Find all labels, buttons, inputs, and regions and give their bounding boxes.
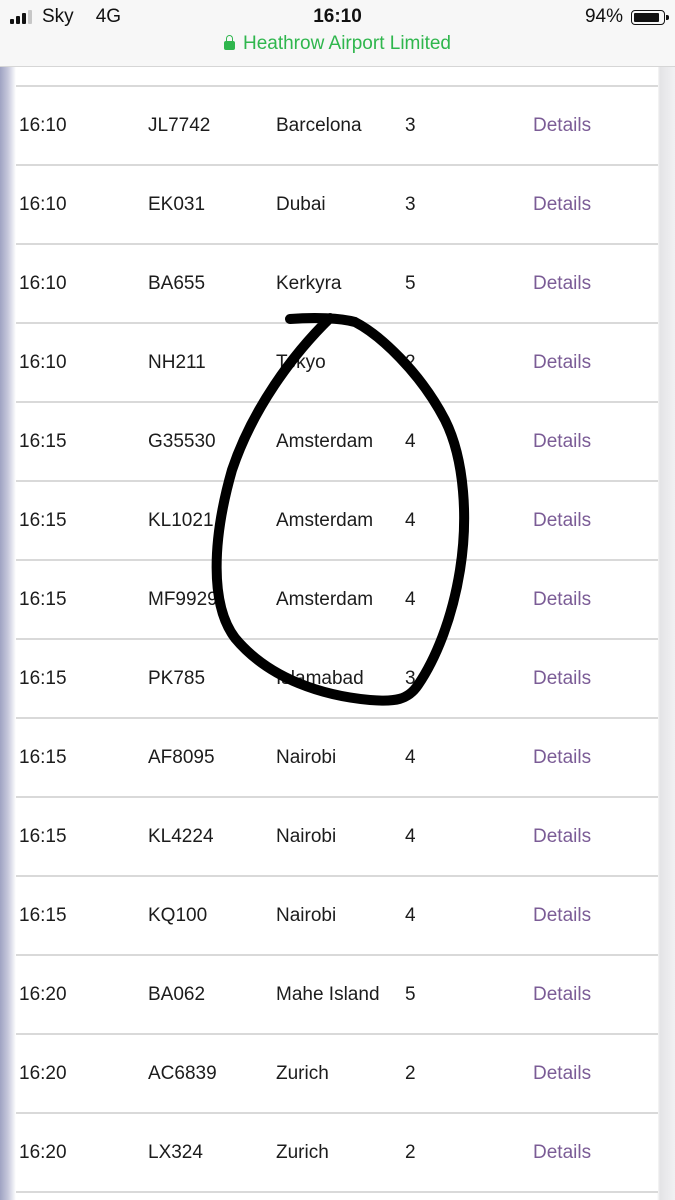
battery-level-fill — [634, 12, 660, 22]
flight-number: EK031 — [148, 194, 206, 215]
terminal: 4 — [405, 826, 416, 847]
departure-time: 16:10 — [19, 194, 67, 215]
details-link[interactable]: Details — [533, 561, 591, 638]
flight-row: 16:15 AF8095 Nairobi 4 Details — [16, 719, 658, 798]
flight-row: 16:15 G35530 Amsterdam 4 Details — [16, 403, 658, 482]
flight-row: 16:20 AC6839 Zurich 2 Details — [16, 1035, 658, 1114]
departure-time: 16:20 — [19, 1142, 67, 1163]
departure-time: 16:15 — [19, 826, 67, 847]
details-link[interactable]: Details — [533, 166, 591, 243]
flight-row: 16:20 BA062 Mahe Island 5 Details — [16, 956, 658, 1035]
departures-table: 16:10 JL7742 Barcelona 3 Details 16:10 EK031 Du… — [16, 66, 658, 1193]
departure-time: 16:10 — [19, 115, 67, 136]
terminal: 4 — [405, 431, 416, 452]
details-link[interactable]: Details — [533, 245, 591, 322]
departure-time: 16:15 — [19, 589, 67, 610]
flight-number: AC6839 — [148, 1063, 217, 1084]
clock: 16:10 — [313, 6, 362, 27]
departure-time: 16:15 — [19, 431, 67, 452]
flight-row: 16:15 KL1021 Amsterdam 4 Details — [16, 482, 658, 561]
destination: Amsterdam — [276, 431, 374, 452]
lock-icon — [223, 35, 235, 50]
page-content[interactable]: 16:10 JL7742 Barcelona 3 Details 16:10 EK031 Du… — [0, 66, 675, 1200]
partial-row — [16, 66, 658, 87]
flight-number: NH211 — [148, 352, 206, 373]
departure-time: 16:15 — [19, 510, 67, 531]
terminal: 4 — [405, 747, 416, 768]
flight-number: BA655 — [148, 273, 206, 294]
flight-row: 16:15 KL4224 Nairobi 4 Details — [16, 798, 658, 877]
destination: Amsterdam — [276, 510, 374, 531]
flight-row: 16:10 JL7742 Barcelona 3 Details — [16, 87, 658, 166]
departure-time: 16:10 — [19, 273, 67, 294]
flight-number: KQ100 — [148, 905, 208, 926]
flight-number: G35530 — [148, 431, 216, 452]
details-link[interactable]: Details — [533, 719, 591, 796]
battery-icon — [631, 9, 669, 25]
departure-time: 16:10 — [19, 352, 67, 373]
destination: Mahe Island — [276, 984, 380, 1005]
destination: Nairobi — [276, 826, 337, 847]
battery-percent: 94% — [584, 6, 623, 27]
flight-number: JL7742 — [148, 115, 211, 136]
details-link[interactable]: Details — [533, 877, 591, 954]
destination: Nairobi — [276, 905, 337, 926]
terminal: 2 — [405, 1063, 416, 1084]
departure-time: 16:15 — [19, 747, 67, 768]
flight-row: 16:15 KQ100 Nairobi 4 Details — [16, 877, 658, 956]
terminal: 5 — [405, 984, 416, 1005]
address-bar[interactable]: Heathrow Airport Limited — [0, 33, 675, 55]
flight-row: 16:10 NH211 Tokyo 2 Details — [16, 324, 658, 403]
site-label: Heathrow Airport Limited — [242, 33, 452, 54]
flight-row: 16:10 EK031 Dubai 3 Details — [16, 166, 658, 245]
flight-number: KL4224 — [148, 826, 214, 847]
destination: Nairobi — [276, 747, 337, 768]
destination: Islamabad — [276, 668, 364, 689]
status-bar: Sky 4G 16:10 94% Heathrow Airport Limite… — [0, 0, 675, 67]
flight-row: 16:20 LX324 Zurich 2 Details — [16, 1114, 658, 1193]
destination: Dubai — [276, 194, 326, 215]
destination: Zurich — [276, 1063, 329, 1084]
details-link[interactable]: Details — [533, 1035, 591, 1112]
flight-number: BA062 — [148, 984, 206, 1005]
terminal: 3 — [405, 194, 416, 215]
flight-row: 16:10 BA655 Kerkyra 5 Details — [16, 245, 658, 324]
terminal: 2 — [405, 352, 416, 373]
destination: Zurich — [276, 1142, 329, 1163]
flight-number: AF8095 — [148, 747, 215, 768]
departure-time: 16:20 — [19, 984, 67, 1005]
flight-number: KL1021 — [148, 510, 214, 531]
flight-number: PK785 — [148, 668, 206, 689]
terminal: 4 — [405, 510, 416, 531]
details-link[interactable]: Details — [533, 482, 591, 559]
terminal: 3 — [405, 668, 416, 689]
departures-rows: 16:10 JL7742 Barcelona 3 Details 16:10 EK031 Du… — [16, 87, 658, 1193]
flight-number: LX324 — [148, 1142, 203, 1163]
destination: Amsterdam — [276, 589, 374, 610]
flight-row: 16:15 MF9929 Amsterdam 4 Details — [16, 561, 658, 640]
details-link[interactable]: Details — [533, 1114, 591, 1191]
details-link[interactable]: Details — [533, 640, 591, 717]
details-link[interactable]: Details — [533, 87, 591, 164]
destination: Tokyo — [276, 352, 326, 373]
terminal: 4 — [405, 589, 416, 610]
details-link[interactable]: Details — [533, 956, 591, 1033]
terminal: 5 — [405, 273, 416, 294]
details-link[interactable]: Details — [533, 403, 591, 480]
terminal: 3 — [405, 115, 416, 136]
destination: Kerkyra — [276, 273, 342, 294]
departure-time: 16:20 — [19, 1063, 67, 1084]
terminal: 4 — [405, 905, 416, 926]
details-link[interactable]: Details — [533, 798, 591, 875]
terminal: 2 — [405, 1142, 416, 1163]
flight-number: MF9929 — [148, 589, 218, 610]
battery-area: 94% — [584, 6, 669, 28]
flight-row: 16:15 PK785 Islamabad 3 Details — [16, 640, 658, 719]
details-link[interactable]: Details — [533, 324, 591, 401]
departure-time: 16:15 — [19, 905, 67, 926]
destination: Barcelona — [276, 115, 362, 136]
departure-time: 16:15 — [19, 668, 67, 689]
